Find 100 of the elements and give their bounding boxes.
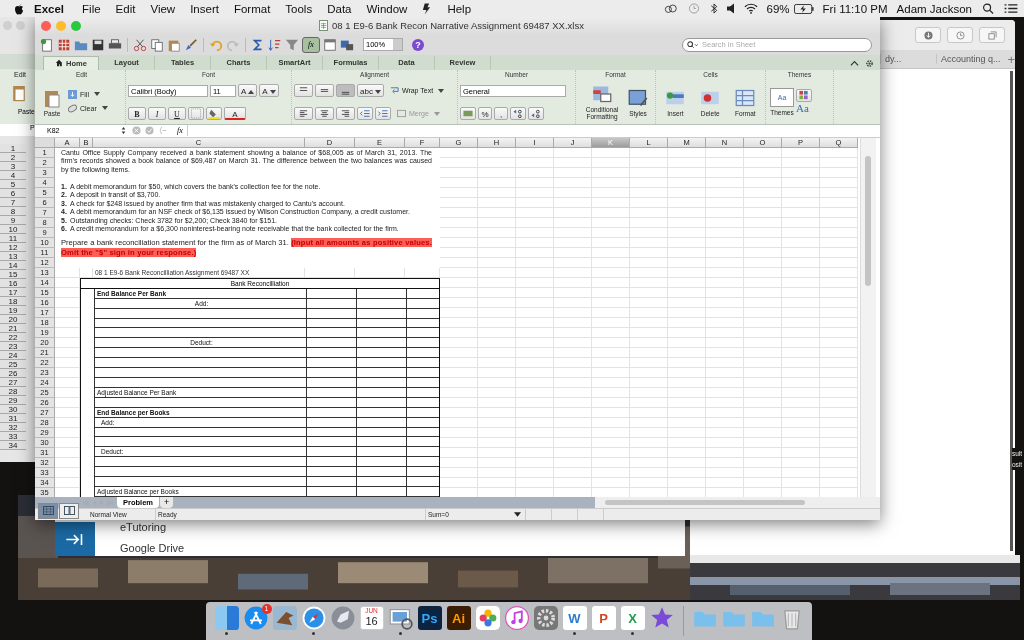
table-cell[interactable] <box>406 486 439 497</box>
table-cell[interactable] <box>406 338 439 349</box>
comma-button[interactable]: , <box>494 107 508 121</box>
scrollbar[interactable] <box>1010 71 1013 551</box>
wifi-icon[interactable] <box>743 3 758 14</box>
table-cell[interactable] <box>406 407 439 418</box>
table-cell[interactable] <box>356 417 406 428</box>
table-cell[interactable] <box>306 407 356 418</box>
table-cell[interactable] <box>306 417 356 428</box>
table-cell[interactable] <box>356 367 406 378</box>
speaker-icon[interactable] <box>726 3 735 14</box>
menu-item[interactable]: Format <box>233 2 271 15</box>
table-cell[interactable] <box>306 308 356 319</box>
table-cell[interactable] <box>306 457 356 468</box>
table-cell[interactable] <box>356 387 406 398</box>
grid-icon[interactable] <box>57 37 71 52</box>
align-bottom-icon[interactable] <box>336 84 355 98</box>
table-cell[interactable] <box>94 377 306 388</box>
table-cell[interactable] <box>306 467 356 477</box>
table-cell[interactable] <box>306 338 356 349</box>
app-icon[interactable]: Ai <box>446 606 471 630</box>
table-cell[interactable] <box>306 476 356 487</box>
table-cell[interactable] <box>356 298 406 309</box>
table-cell[interactable] <box>306 427 356 438</box>
collapse-icon[interactable] <box>850 58 859 68</box>
table-cell[interactable] <box>306 387 356 398</box>
table-cell[interactable] <box>356 318 406 329</box>
help-button[interactable]: ? <box>412 38 424 51</box>
table-cell[interactable] <box>94 328 306 339</box>
decrease-decimal-icon[interactable] <box>528 107 544 121</box>
bluetooth-icon[interactable] <box>709 3 718 14</box>
table-cell[interactable] <box>406 348 439 359</box>
table-cell[interactable] <box>356 437 406 448</box>
table-cell[interactable] <box>356 348 406 359</box>
table-cell[interactable] <box>306 367 356 378</box>
table-cell[interactable] <box>94 318 306 329</box>
clock-text[interactable]: Fri 11:10 PM <box>822 2 888 15</box>
app-icon[interactable]: W <box>562 606 587 630</box>
menu-item[interactable]: Help <box>447 2 472 15</box>
fill-color-icon[interactable] <box>206 107 222 121</box>
flower-icon[interactable] <box>475 606 500 630</box>
bird-icon[interactable] <box>272 606 297 630</box>
sigma-icon[interactable] <box>251 37 265 52</box>
menu-item[interactable]: Excel <box>34 2 65 15</box>
currency-icon[interactable] <box>460 107 476 121</box>
table-cell[interactable] <box>406 298 439 309</box>
sidebar-icon[interactable] <box>323 37 337 52</box>
theme-fonts-button[interactable]: Aa <box>796 101 812 114</box>
table-cell[interactable] <box>306 318 356 329</box>
table-cell[interactable] <box>306 447 356 458</box>
table-cell[interactable] <box>356 457 406 468</box>
align-right-icon[interactable] <box>336 107 355 121</box>
align-center-icon[interactable] <box>315 107 334 121</box>
menu-item[interactable]: Edit <box>115 2 136 15</box>
music-note-icon[interactable] <box>504 606 529 630</box>
indent-icon[interactable] <box>375 107 391 121</box>
table-cell[interactable] <box>406 437 439 448</box>
percent-button[interactable]: % <box>478 107 492 121</box>
app-icon[interactable]: P <box>591 606 616 630</box>
table-cell[interactable] <box>406 417 439 428</box>
menu-item[interactable]: Data <box>327 2 352 15</box>
table-cell[interactable] <box>94 457 306 468</box>
table-cell[interactable] <box>306 288 356 299</box>
scissors-icon[interactable] <box>133 37 147 52</box>
table-cell[interactable] <box>94 397 306 408</box>
compass-icon[interactable] <box>301 606 326 630</box>
table-cell[interactable] <box>306 348 356 359</box>
table-cell[interactable] <box>356 467 406 477</box>
table-cell[interactable] <box>306 328 356 339</box>
colors-icon[interactable] <box>796 88 812 102</box>
table-cell[interactable] <box>356 486 406 497</box>
download-button[interactable] <box>915 27 941 43</box>
gear-icon[interactable] <box>533 606 558 630</box>
sort-icon[interactable] <box>268 37 282 52</box>
table-cell[interactable] <box>94 367 306 378</box>
table-cell[interactable] <box>306 437 356 448</box>
align-middle-icon[interactable] <box>315 84 334 98</box>
table-cell[interactable] <box>406 476 439 487</box>
browser-tab[interactable]: Accounting q... <box>935 54 1004 64</box>
table-cell[interactable] <box>356 427 406 438</box>
printer-icon[interactable] <box>108 37 122 52</box>
table-cell[interactable] <box>356 377 406 388</box>
table-cell[interactable] <box>356 288 406 299</box>
table-cell[interactable] <box>406 457 439 468</box>
gear-icon[interactable] <box>865 58 874 68</box>
star-icon[interactable] <box>649 606 674 630</box>
table-cell[interactable] <box>94 348 306 359</box>
list-icon[interactable] <box>1004 3 1018 14</box>
table-cell[interactable] <box>406 367 439 378</box>
bold-button[interactable]: B <box>128 107 146 121</box>
app-icon[interactable]: Ps <box>417 606 442 630</box>
user-name[interactable]: Adam Jackson <box>896 2 972 15</box>
cloud-icon[interactable] <box>663 3 678 14</box>
table-cell[interactable] <box>94 437 306 448</box>
table-cell[interactable] <box>406 308 439 319</box>
increase-decimal-icon[interactable] <box>510 107 526 121</box>
menu-item[interactable]: View <box>150 2 176 15</box>
menu-item[interactable]: Tools <box>285 2 313 15</box>
new-document-icon[interactable] <box>40 37 54 52</box>
table-cell[interactable] <box>94 476 306 487</box>
